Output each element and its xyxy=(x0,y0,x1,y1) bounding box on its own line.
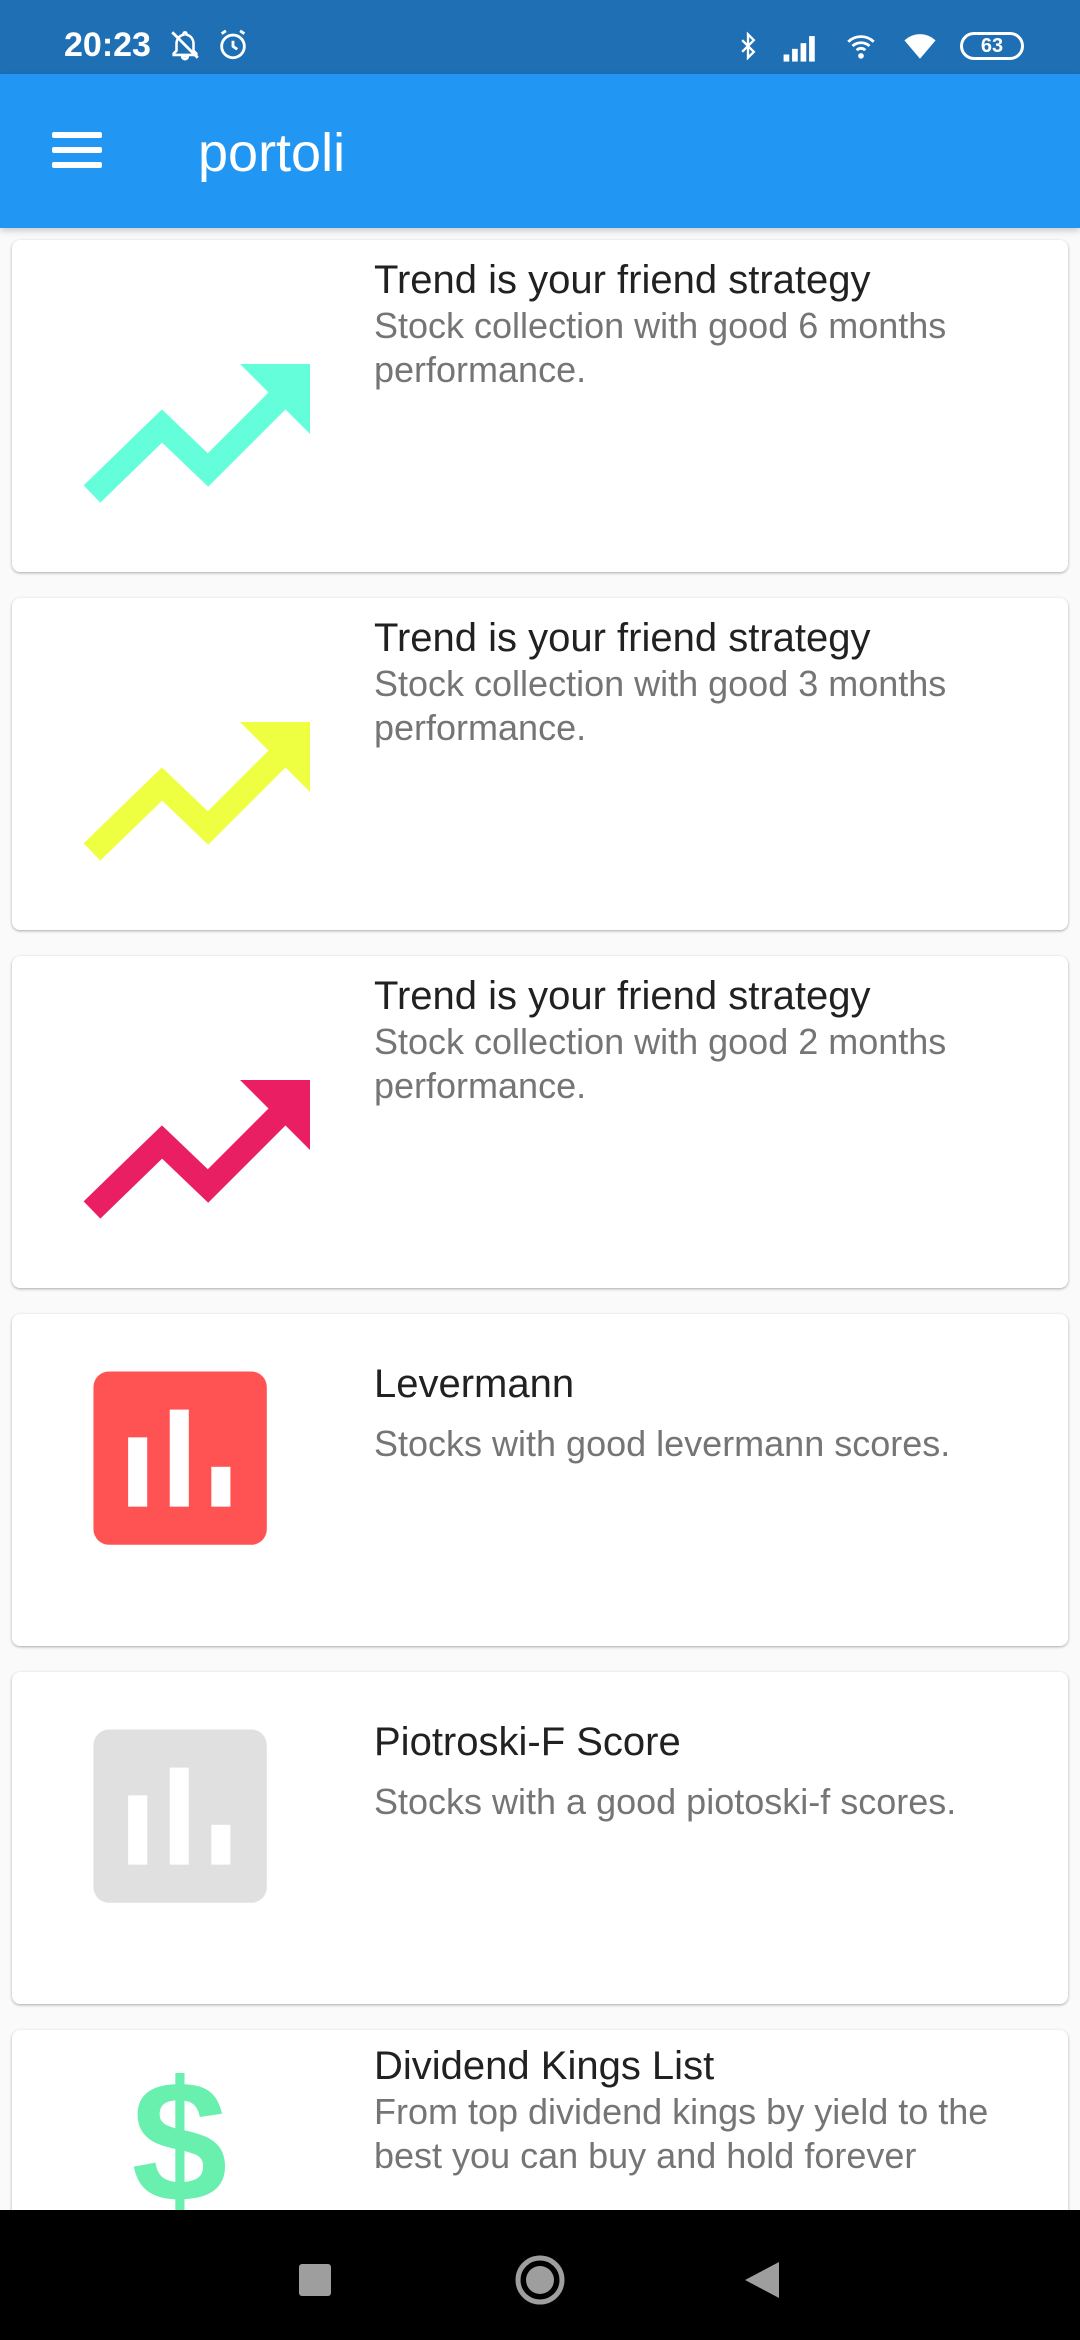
card-description: Stocks with a good piotoski-f scores. xyxy=(374,1781,957,1822)
alarm-icon xyxy=(220,29,246,60)
card-description: Stock collection with good 2 months perf… xyxy=(374,1021,947,1106)
status-bar: 20:23 63 xyxy=(0,0,1080,74)
strategy-card[interactable]: Trend is your friend strategy Stock coll… xyxy=(12,956,1068,1288)
signal-icon xyxy=(783,36,815,62)
strategy-card[interactable]: Piotroski-F Score Stocks with a good pio… xyxy=(12,1672,1068,2004)
recent-apps-icon[interactable] xyxy=(285,2250,345,2310)
card-description: Stock collection with good 3 months perf… xyxy=(374,663,947,748)
dollar-icon: $ xyxy=(132,2066,228,2210)
wifi-icon xyxy=(904,34,936,59)
card-title: Piotroski-F Score xyxy=(374,1720,681,1764)
trending-up-icon xyxy=(83,1080,310,1219)
bar-chart-icon xyxy=(93,1371,267,1545)
trending-up-icon xyxy=(83,364,310,503)
svg-text:$: $ xyxy=(132,2066,228,2210)
hotspot-icon xyxy=(847,35,875,59)
card-title: Trend is your friend strategy xyxy=(374,258,871,302)
bell-off-icon xyxy=(171,31,199,61)
card-description: Stocks with good levermann scores. xyxy=(374,1423,951,1464)
card-title: Levermann xyxy=(374,1362,575,1406)
back-icon[interactable] xyxy=(735,2250,795,2310)
app-bar: portoli xyxy=(0,74,1080,228)
card-title: Trend is your friend strategy xyxy=(374,974,871,1018)
home-icon[interactable] xyxy=(510,2250,570,2310)
strategy-card[interactable]: Trend is your friend strategy Stock coll… xyxy=(12,240,1068,572)
trending-up-icon xyxy=(83,722,310,861)
card-description: Stock collection with good 6 months perf… xyxy=(374,305,947,390)
strategy-list: Trend is your friend strategy Stock coll… xyxy=(0,228,1080,2210)
card-description: From top dividend kings by yield to the … xyxy=(374,2091,989,2176)
status-time: 20:23 xyxy=(64,26,151,64)
strategy-card[interactable]: Trend is your friend strategy Stock coll… xyxy=(12,598,1068,930)
menu-icon[interactable] xyxy=(40,114,112,186)
card-title: Dividend Kings List xyxy=(374,2044,715,2088)
bluetooth-icon xyxy=(741,31,756,61)
strategy-card[interactable]: $ Dividend Kings List From top dividend … xyxy=(12,2030,1068,2210)
bar-chart-icon xyxy=(93,1729,267,1903)
strategy-card[interactable]: Levermann Stocks with good levermann sco… xyxy=(12,1314,1068,1646)
card-title: Trend is your friend strategy xyxy=(374,616,871,660)
app-title: portoli xyxy=(198,123,346,183)
system-nav-bar xyxy=(0,2210,1080,2340)
battery-icon: 63 xyxy=(960,32,1024,60)
